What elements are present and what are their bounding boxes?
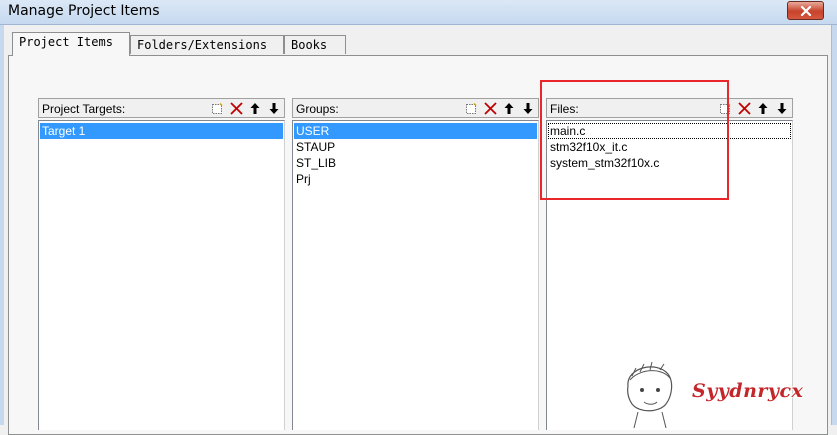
new-target-button[interactable] [208, 100, 226, 117]
project-targets-list[interactable]: Target 1 [38, 120, 285, 430]
move-up-icon [504, 103, 514, 114]
project-targets-pane: Project Targets: Target 1 [38, 98, 285, 430]
groups-pane: Groups: USER STAUP ST_LIB Prj [292, 98, 539, 430]
move-up-icon [250, 103, 260, 114]
list-item[interactable]: STAUP [294, 139, 537, 155]
new-icon [466, 102, 477, 114]
move-up-icon [758, 103, 768, 114]
list-item[interactable]: system_stm32f10x.c [548, 155, 791, 171]
new-icon [212, 102, 223, 114]
new-icon [720, 102, 731, 114]
move-down-icon [269, 103, 279, 114]
move-down-group-button[interactable] [519, 100, 537, 117]
list-item[interactable]: Prj [294, 171, 537, 187]
delete-icon [483, 102, 497, 115]
list-item[interactable]: ST_LIB [294, 155, 537, 171]
project-targets-toolbar [208, 100, 283, 117]
list-item[interactable]: main.c [548, 123, 791, 139]
move-up-file-button[interactable] [754, 100, 772, 117]
groups-list[interactable]: USER STAUP ST_LIB Prj [292, 120, 539, 430]
list-item[interactable]: stm32f10x_it.c [548, 139, 791, 155]
tab-folders-extensions[interactable]: Folders/Extensions [130, 35, 284, 54]
files-title: Files: [550, 102, 579, 116]
window-title: Manage Project Items [8, 3, 160, 19]
move-down-icon [523, 103, 533, 114]
list-item[interactable]: USER [294, 123, 537, 139]
groups-title: Groups: [296, 102, 339, 116]
delete-target-button[interactable] [227, 100, 245, 117]
move-down-target-button[interactable] [265, 100, 283, 117]
delete-icon [737, 102, 751, 115]
new-group-button[interactable] [462, 100, 480, 117]
delete-group-button[interactable] [481, 100, 499, 117]
files-toolbar [716, 100, 791, 117]
project-targets-title: Project Targets: [42, 102, 126, 116]
delete-file-button[interactable] [735, 100, 753, 117]
groups-toolbar [462, 100, 537, 117]
watermark-text: Syydnrycx [692, 380, 804, 402]
move-up-target-button[interactable] [246, 100, 264, 117]
groups-header: Groups: [292, 98, 539, 118]
move-down-file-button[interactable] [773, 100, 791, 117]
cartoon-face-icon [627, 361, 673, 429]
files-header: Files: [546, 98, 793, 118]
tab-strip: Project Items Folders/Extensions Books [4, 25, 831, 56]
list-item[interactable]: Target 1 [40, 123, 283, 139]
watermark: Syydnrycx [612, 352, 832, 429]
tab-project-items[interactable]: Project Items [12, 32, 130, 56]
close-icon [800, 5, 812, 16]
move-down-icon [777, 103, 787, 114]
window-frame-left [0, 25, 4, 425]
tab-books[interactable]: Books [284, 35, 346, 54]
move-up-group-button[interactable] [500, 100, 518, 117]
delete-icon [229, 102, 243, 115]
close-button[interactable] [787, 1, 824, 20]
new-file-button[interactable] [716, 100, 734, 117]
project-targets-header: Project Targets: [38, 98, 285, 118]
title-bar: Manage Project Items [0, 0, 837, 25]
